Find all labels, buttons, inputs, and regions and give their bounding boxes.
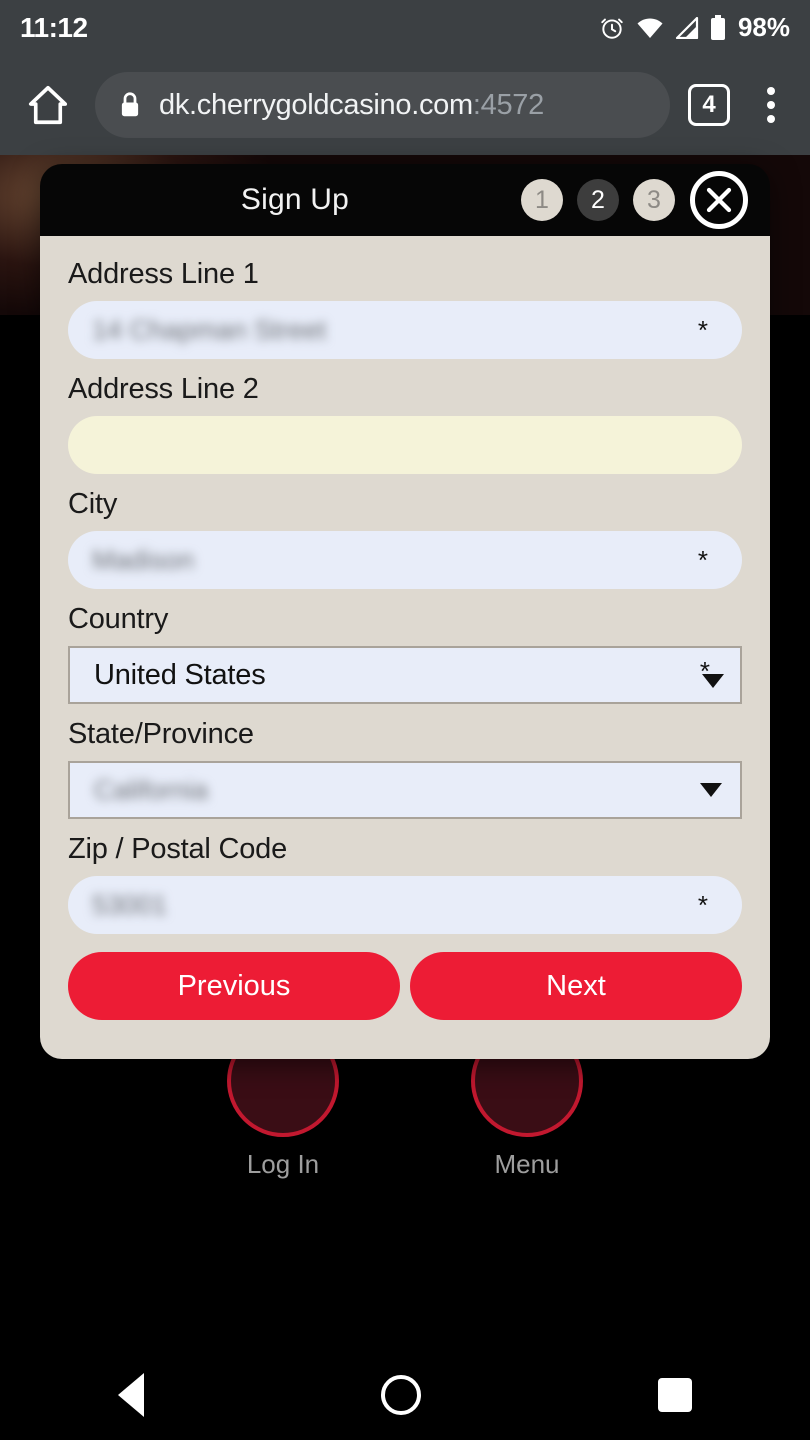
battery-percent-label: 98% (737, 12, 790, 42)
url-host: dk.cherrygoldcasino.com (159, 88, 473, 121)
step-indicator-2[interactable]: 2 (577, 179, 619, 221)
zip-postal-code-value: 53001 (92, 889, 168, 920)
status-time: 11:12 (20, 11, 88, 43)
wifi-icon (637, 18, 663, 38)
chevron-down-icon (702, 674, 724, 689)
signup-modal: Sign Up 1 2 3 Address Line 1 14 Chapman … (40, 164, 770, 1059)
zip-postal-code-field-wrap: 53001 * (68, 876, 742, 934)
zip-postal-code-required-marker: * (697, 890, 708, 920)
battery-icon (710, 14, 725, 40)
city-label: City (68, 488, 118, 520)
step-indicator-1[interactable]: 1 (521, 179, 563, 221)
previous-button[interactable]: Previous (68, 952, 400, 1020)
alarm-icon (601, 18, 623, 39)
dot (767, 87, 775, 95)
country-field-wrap: United States * (68, 646, 742, 704)
zip-postal-code-input[interactable]: 53001 (68, 876, 742, 934)
home-circle-icon[interactable] (380, 1375, 421, 1415)
status-icons-group: 98% (599, 12, 790, 43)
zip-postal-code-label: Zip / Postal Code (68, 833, 288, 865)
country-label: Country (68, 603, 169, 635)
lock-icon (121, 92, 139, 117)
android-navigation-bar (0, 1350, 810, 1440)
cellular-signal-icon (675, 16, 699, 39)
close-button[interactable] (690, 171, 748, 229)
state-province-label: State/Province (68, 718, 254, 750)
home-icon (28, 85, 67, 125)
state-province-field-wrap: California (68, 761, 742, 819)
country-value: United States (94, 658, 266, 691)
address-line-1-input[interactable]: 14 Chapman Street (68, 301, 742, 359)
modal-button-row: Previous Next (68, 952, 742, 1020)
address-line-1-value: 14 Chapman Street (92, 314, 327, 345)
address-line-2-label: Address Line 2 (68, 373, 259, 405)
country-select[interactable]: United States * (68, 646, 742, 704)
back-triangle-icon[interactable] (118, 1373, 145, 1417)
next-button[interactable]: Next (410, 952, 742, 1020)
url-text: dk.cherrygoldcasino.com:4572 (159, 89, 544, 122)
address-line-2-input[interactable] (68, 416, 742, 474)
address-line-1-label: Address Line 1 (68, 258, 259, 290)
close-x-icon (706, 187, 732, 213)
status-bar: 11:12 98% (0, 0, 810, 55)
city-required-marker: * (697, 545, 708, 575)
site-nav-menu-label: Menu (494, 1149, 560, 1179)
chevron-down-icon (700, 783, 722, 797)
address-line-1-field-wrap: 14 Chapman Street * (68, 301, 742, 359)
url-port: :4572 (472, 88, 544, 121)
tab-switcher-button[interactable]: 4 (678, 84, 740, 126)
modal-header: Sign Up 1 2 3 (40, 164, 770, 236)
site-nav-login-label: Log In (246, 1149, 320, 1179)
state-province-select[interactable]: California (68, 761, 742, 819)
dot (767, 115, 775, 123)
modal-body: Address Line 1 14 Chapman Street * Addre… (40, 236, 770, 1059)
dot (767, 101, 775, 109)
address-line-2-field-wrap (68, 416, 742, 474)
address-bar[interactable]: dk.cherrygoldcasino.com:4572 (95, 72, 670, 138)
home-button[interactable] (0, 82, 95, 128)
state-province-value: California (94, 774, 209, 805)
step-indicator-3[interactable]: 3 (633, 179, 675, 221)
three-dot-menu-icon[interactable] (740, 87, 802, 123)
recents-square-icon[interactable] (657, 1378, 692, 1412)
city-value: Madison (92, 544, 195, 575)
browser-toolbar: dk.cherrygoldcasino.com:4572 4 (0, 55, 810, 155)
step-indicator: 1 2 3 (521, 179, 675, 221)
city-input[interactable]: Madison (68, 531, 742, 589)
tab-count-label: 4 (688, 84, 730, 126)
address-line-1-required-marker: * (697, 315, 708, 345)
city-field-wrap: Madison * (68, 531, 742, 589)
